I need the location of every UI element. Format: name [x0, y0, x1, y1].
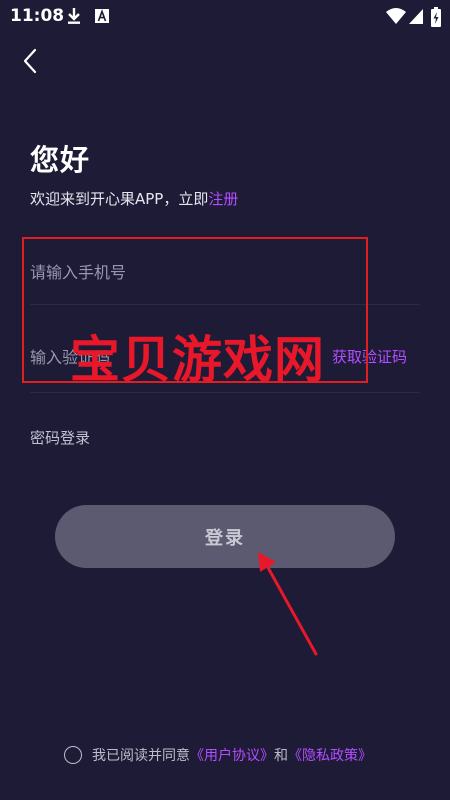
download-icon — [68, 8, 80, 24]
password-login-link[interactable]: 密码登录 — [30, 427, 90, 448]
agreement-checkbox[interactable] — [64, 746, 82, 764]
page-title: 您好 — [30, 143, 91, 177]
agreement-row: 我已阅读并同意 《用户协议》 和 《隐私政策》 — [64, 744, 372, 766]
register-link[interactable]: 注册 — [208, 190, 238, 208]
wifi-icon — [386, 8, 406, 24]
status-bar: 11:08 — [0, 0, 450, 34]
status-time: 11:08 — [10, 6, 65, 26]
login-button[interactable]: 登录 — [55, 505, 395, 568]
watermark-text: 宝贝游戏网 — [70, 331, 325, 389]
user-agreement-link[interactable]: 《用户协议》 — [190, 745, 274, 765]
annotation-arrow-icon — [258, 552, 318, 656]
code-divider — [30, 392, 420, 393]
signal-icon — [409, 9, 423, 24]
chevron-left-icon[interactable] — [14, 44, 48, 78]
agreement-prefix: 我已阅读并同意 — [92, 748, 190, 764]
battery-charging-icon — [431, 7, 441, 27]
font-a-icon — [95, 9, 109, 23]
agreement-and: 和 — [274, 748, 288, 764]
privacy-policy-link[interactable]: 《隐私政策》 — [288, 745, 372, 765]
welcome-subtitle: 欢迎来到开心果APP，立即注册 — [30, 188, 238, 209]
welcome-text: 欢迎来到开心果APP，立即 — [30, 190, 209, 208]
